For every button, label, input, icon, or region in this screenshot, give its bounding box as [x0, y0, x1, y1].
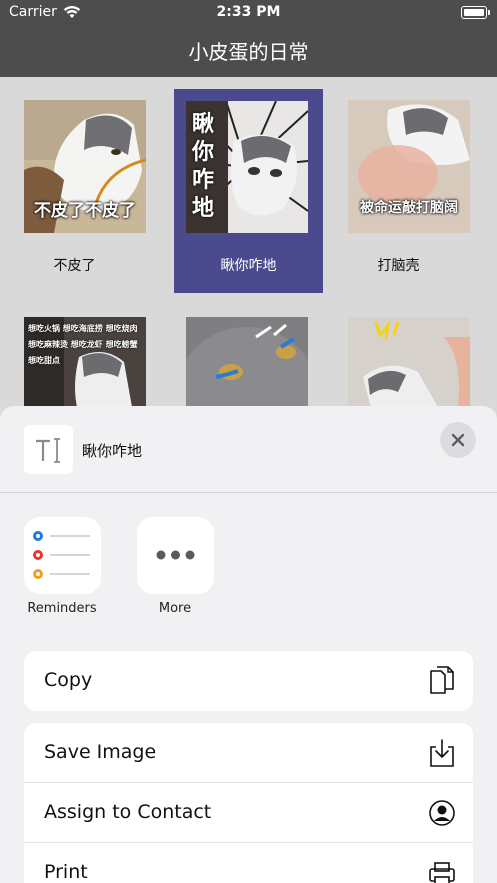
action-label: Print — [44, 861, 88, 883]
sticker-image: 不皮了不皮了 — [24, 100, 146, 233]
close-button[interactable] — [440, 422, 476, 458]
share-apps-row: Reminders More — [0, 517, 497, 627]
sticker-label: 瞅你咋地 — [220, 258, 277, 274]
action-label: Copy — [44, 669, 93, 691]
action-label: Save Image — [44, 741, 157, 763]
sticker-item-bupi[interactable]: 不皮了不皮了 不皮了 — [0, 77, 149, 281]
clock: 2:33 PM — [216, 4, 281, 20]
sticker-image: 被命运敲打脑阔 — [348, 100, 470, 233]
share-item-title: 瞅你咋地 — [82, 442, 143, 460]
app-more[interactable]: More — [125, 517, 225, 616]
print-icon — [429, 862, 455, 883]
save-image-action[interactable]: Save Image — [24, 723, 473, 783]
share-sheet: 瞅你咋地 Reminders More Copy Save Image Assi… — [0, 406, 497, 883]
action-label: Assign to Contact — [44, 801, 212, 823]
sticker-image: 瞅你咋地 — [186, 101, 308, 233]
sticker-caption: 瞅你咋地 — [192, 112, 215, 221]
sticker-item-danaoke[interactable]: 被命运敲打脑阔 打脑壳 — [324, 77, 473, 281]
sticker-caption: 被命运敲打脑阔 — [360, 200, 458, 216]
app-label: Reminders — [27, 601, 97, 616]
action-group-secondary: Save Image Assign to Contact Print — [24, 723, 473, 883]
sticker-caption: 不皮了不皮了 — [34, 201, 136, 221]
navigation-bar: Carrier 2:33 PM 小皮蛋的日常 — [0, 0, 497, 77]
sticker-item-chouni[interactable]: 瞅你咋地 瞅你咋地 — [174, 89, 323, 293]
copy-action[interactable]: Copy — [24, 651, 473, 711]
copy-icon — [430, 666, 454, 694]
close-icon — [451, 433, 465, 447]
sticker-label: 打脑壳 — [377, 258, 420, 274]
battery-icon — [461, 6, 490, 19]
app-label: More — [158, 601, 192, 616]
assign-to-contact-action[interactable]: Assign to Contact — [24, 783, 473, 843]
contact-icon — [429, 800, 455, 826]
more-icon — [136, 517, 214, 594]
app-reminders[interactable]: Reminders — [12, 517, 112, 616]
save-image-icon — [430, 739, 454, 767]
action-group-primary: Copy — [24, 651, 473, 711]
sticker-caption: 想吃火锅 想吃海底捞 想吃烧肉 想吃麻辣烫 想吃龙虾 想吃螃蟹 想吃甜点 — [28, 324, 138, 365]
share-sheet-header: 瞅你咋地 — [0, 406, 497, 493]
sticker-label: 不皮了 — [53, 258, 96, 274]
print-action[interactable]: Print — [24, 843, 473, 883]
status-bar: Carrier 2:33 PM — [0, 0, 497, 26]
page-title: 小皮蛋的日常 — [188, 40, 309, 64]
text-document-icon — [24, 425, 73, 474]
reminders-icon — [23, 517, 101, 594]
